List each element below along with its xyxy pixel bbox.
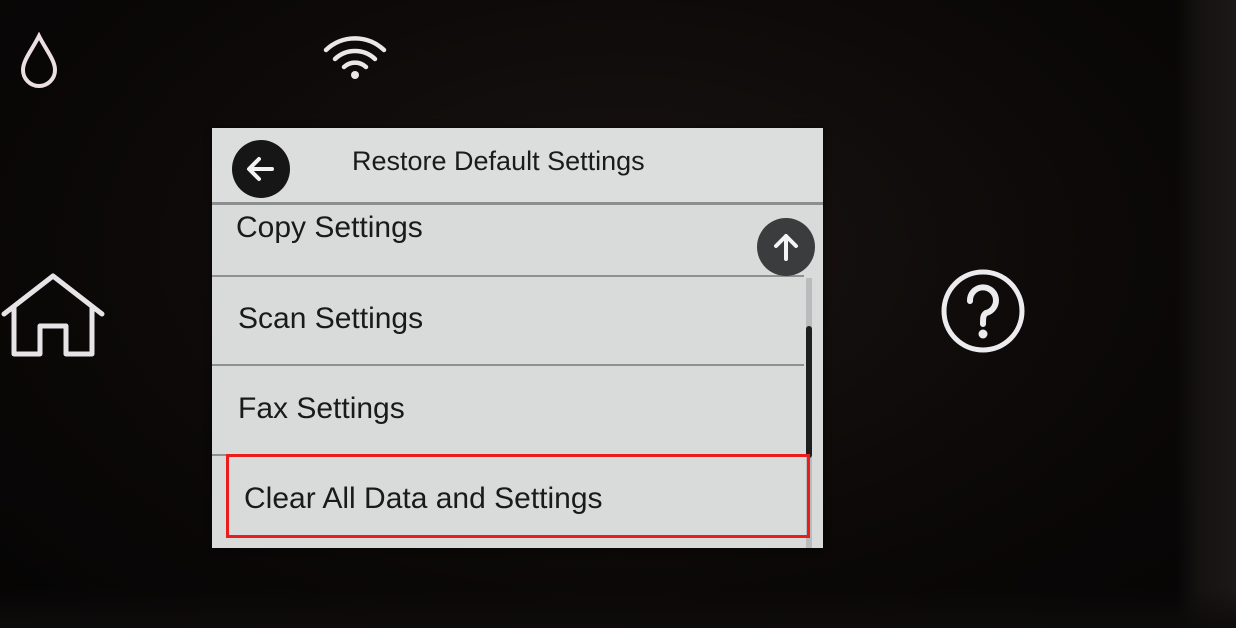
home-icon[interactable] <box>0 270 106 360</box>
arrow-up-icon <box>774 234 798 261</box>
wifi-icon[interactable] <box>322 34 388 80</box>
menu-item-copy-settings[interactable]: Copy Settings <box>212 205 804 277</box>
scroll-up-button[interactable] <box>757 218 815 276</box>
menu-item-label: Fax Settings <box>238 392 405 425</box>
screen-header: Restore Default Settings <box>212 128 823 205</box>
ink-drop-icon[interactable] <box>18 31 60 88</box>
panel-right-edge <box>1176 0 1236 628</box>
highlight-box <box>226 454 810 538</box>
menu-item-label: Scan Settings <box>238 302 424 335</box>
menu-item-fax-settings[interactable]: Fax Settings <box>212 366 804 456</box>
screen-title: Restore Default Settings <box>352 146 645 176</box>
panel-bottom-edge <box>0 588 1236 628</box>
back-button[interactable] <box>232 140 290 198</box>
scrollbar-thumb[interactable] <box>806 326 812 458</box>
menu-item-label: Copy Settings <box>236 211 423 244</box>
back-arrow-icon <box>247 157 274 181</box>
menu-item-scan-settings[interactable]: Scan Settings <box>212 276 804 366</box>
help-icon[interactable] <box>940 268 1026 354</box>
